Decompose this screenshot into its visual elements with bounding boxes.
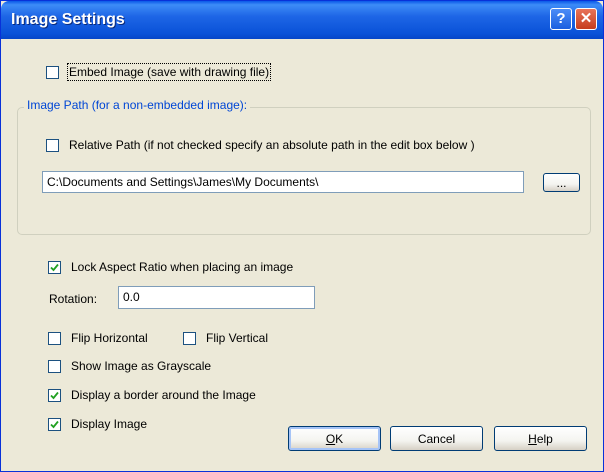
flip-vertical-option[interactable]: Flip Vertical [183,331,268,345]
close-icon[interactable]: ✕ [575,8,597,30]
display-border-option[interactable]: Display a border around the Image [48,388,256,402]
flip-horizontal-option[interactable]: Flip Horizontal [48,331,148,345]
lock-aspect-label: Lock Aspect Ratio when placing an image [71,260,294,274]
grayscale-checkbox[interactable] [48,359,61,373]
display-image-checkbox[interactable] [48,417,61,431]
dialog-title: Image Settings [11,11,125,28]
rotation-label: Rotation: [49,292,98,306]
checkmark-icon [50,391,59,399]
display-border-label: Display a border around the Image [71,388,256,402]
display-image-label: Display Image [71,417,148,431]
ok-button-mnemonic: O [325,431,336,446]
relative-path-label: Relative Path (if not checked specify an… [69,138,475,152]
lock-aspect-checkbox[interactable] [48,260,61,274]
flip-horizontal-label: Flip Horizontal [71,331,148,345]
browse-button[interactable]: ... [543,173,580,192]
cancel-button[interactable]: Cancel [390,426,483,451]
checkmark-icon [50,263,59,271]
title-bar[interactable]: Image Settings ? ✕ [1,1,603,39]
relative-path-option[interactable]: Relative Path (if not checked specify an… [46,138,475,152]
ok-button[interactable]: OK [288,426,381,451]
image-path-input[interactable]: C:\Documents and Settings\James\My Docum… [42,171,524,193]
grayscale-label: Show Image as Grayscale [71,359,212,373]
embed-image-option[interactable]: Embed Image (save with drawing file) [46,63,272,81]
ok-button-rest: K [335,431,344,446]
lock-aspect-option[interactable]: Lock Aspect Ratio when placing an image [48,260,293,274]
relative-path-checkbox[interactable] [46,138,59,152]
image-path-group-title: Image Path (for a non-embedded image): [24,98,251,112]
help-button-rest: elp [536,431,553,446]
flip-vertical-checkbox[interactable] [183,331,196,345]
help-icon[interactable]: ? [550,8,572,30]
flip-horizontal-checkbox[interactable] [48,331,61,345]
grayscale-option[interactable]: Show Image as Grayscale [48,359,211,373]
display-image-option[interactable]: Display Image [48,417,147,431]
embed-image-label: Embed Image (save with drawing file) [66,63,272,81]
display-border-checkbox[interactable] [48,388,61,402]
dialog-content: Embed Image (save with drawing file) Ima… [4,39,600,470]
help-button[interactable]: Help [494,426,587,451]
rotation-input[interactable]: 0.0 [118,286,315,309]
flip-vertical-label: Flip Vertical [206,331,269,345]
embed-image-checkbox[interactable] [46,65,59,79]
help-button-mnemonic: H [528,431,537,446]
image-settings-dialog: Image Settings ? ✕ Embed Image (save wit… [0,0,604,472]
checkmark-icon [50,420,59,428]
